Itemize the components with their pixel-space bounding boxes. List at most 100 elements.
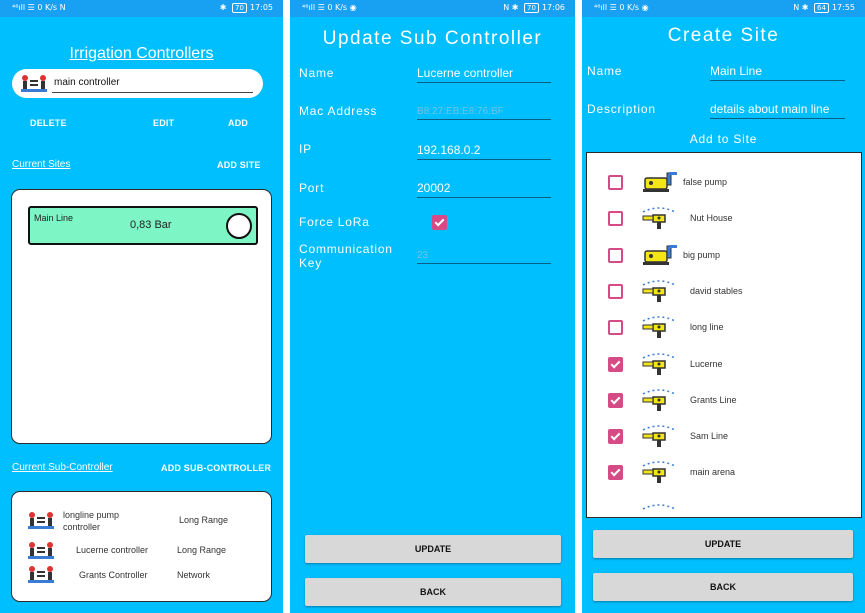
site-item-row[interactable]: Grants Line (587, 389, 861, 421)
sub-controller-type: Network (177, 570, 211, 580)
site-item-name: Nut House (690, 213, 733, 224)
site-item-checkbox[interactable] (608, 175, 623, 190)
sprinkler-icon (639, 314, 679, 345)
status-bar: ⁴⁶ıll ☰ 0 K/s N ✱ 70 17:05 (0, 0, 283, 17)
battery-time: N ✱ 70 17:06 (503, 3, 565, 13)
site-item-name: main arena (690, 467, 736, 478)
sprinkler-icon (639, 423, 679, 454)
controller-name: main controller (54, 77, 120, 88)
sprinkler-icon (639, 459, 679, 490)
sprinkler-icon (639, 497, 679, 510)
port-label: Port (299, 181, 325, 195)
site-item-name: big pump (683, 249, 721, 260)
sub-controller-name: Grants Controller (79, 570, 148, 580)
edit-button[interactable]: EDIT (153, 118, 174, 128)
site-item-name: false pump (683, 177, 728, 187)
sub-controller-row[interactable]: longline pump controller Long Range (12, 510, 271, 534)
site-name: Main Line (34, 213, 74, 223)
sprinkler-icon (639, 351, 679, 382)
page-title: Irrigation Controllers (69, 45, 214, 62)
name-label: Name (587, 64, 623, 78)
battery-icon: 70 (524, 3, 539, 13)
controller-selector[interactable]: main controller (12, 69, 263, 98)
name-field[interactable]: Lucerne controller (417, 66, 551, 83)
site-status-indicator[interactable] (226, 213, 252, 239)
add-button[interactable]: ADD (228, 118, 248, 128)
sub-controller-type: Long Range (179, 515, 229, 525)
site-item-checkbox[interactable] (608, 465, 623, 481)
add-to-site-label: Add to Site (689, 132, 758, 146)
irrigation-controllers-screen: ⁴⁶ıll ☰ 0 K/s N ✱ 70 17:05 Irrigation Con… (0, 0, 283, 613)
controller-icon (28, 566, 54, 583)
site-item-row[interactable]: david stables (587, 280, 861, 312)
site-pressure: 0,83 Bar (130, 219, 172, 231)
site-item-name: long line (690, 322, 724, 333)
update-sub-controller-screen: ⁴⁶ıll ☰ 0 K/s ◉ N ✱ 70 17:06 Update Sub C… (290, 0, 575, 613)
communication-key-field[interactable]: 23 (417, 250, 551, 264)
force-lora-checkbox[interactable] (432, 215, 447, 230)
ip-label: IP (299, 142, 312, 156)
clock: 17:05 (249, 3, 273, 12)
description-field[interactable]: details about main line (710, 102, 845, 119)
site-item-row[interactable]: Nut House (587, 207, 861, 239)
site-card-main-line[interactable]: Main Line 0,83 Bar (28, 206, 258, 245)
site-item-name: Sam Line (690, 431, 729, 442)
status-bar: ⁴⁶ıll ☰ 0 K/s ◉ N ✱ 64 17:55 (582, 0, 865, 17)
add-sub-controller-button[interactable]: ADD SUB-CONTROLLER (161, 463, 271, 473)
site-item-row[interactable]: long line (587, 316, 861, 348)
clock: 17:06 (541, 3, 565, 12)
clock: 17:55 (831, 3, 855, 12)
sub-controller-row[interactable]: Grants Controller Network (12, 565, 271, 587)
sprinkler-icon (639, 278, 679, 309)
update-button[interactable]: UPDATE (593, 530, 853, 558)
current-sites-link[interactable]: Current Sites (12, 159, 70, 170)
signal-status: ⁴⁶ıll ☰ 0 K/s ◉ (302, 3, 357, 12)
site-item-checkbox[interactable] (608, 211, 623, 227)
site-item-row[interactable]: Lucerne (587, 352, 861, 385)
mac-address-label: Mac Address (299, 104, 378, 118)
signal-status: ⁴⁶ıll ☰ 0 K/s ◉ (594, 3, 649, 12)
pump-icon (639, 169, 679, 200)
create-site-screen: ⁴⁶ıll ☰ 0 K/s ◉ N ✱ 64 17:55 Create Site … (582, 0, 865, 613)
battery-time: ✱ 70 17:05 (219, 3, 273, 13)
sub-controllers-panel: longline pump controller Long Range Luce… (11, 491, 272, 602)
controller-icon (21, 75, 47, 92)
site-item-checkbox[interactable] (608, 429, 623, 445)
status-bar: ⁴⁶ıll ☰ 0 K/s ◉ N ✱ 70 17:06 (290, 0, 575, 17)
site-item-name: Lucerne (690, 358, 723, 369)
communication-key-label: Communication Key (299, 242, 393, 270)
site-item-checkbox[interactable] (608, 283, 623, 299)
battery-time: N ✱ 64 17:55 (793, 3, 855, 13)
current-sub-controller-link[interactable]: Current Sub-Controller (12, 462, 113, 473)
site-item-checkbox[interactable] (608, 320, 623, 336)
site-item-checkbox[interactable] (608, 356, 623, 372)
add-site-button[interactable]: ADD SITE (217, 160, 261, 170)
pump-icon (639, 242, 679, 273)
sub-controller-type: Long Range (177, 545, 227, 555)
port-field[interactable]: 20002 (417, 181, 551, 198)
site-item-name: david stables (690, 285, 743, 296)
back-button[interactable]: BACK (593, 573, 853, 601)
site-items-list[interactable]: false pump Nut House big pump david stables… (586, 152, 862, 518)
force-lora-label: Force LoRa (299, 215, 370, 229)
update-button[interactable]: UPDATE (305, 535, 561, 563)
underline (52, 92, 253, 93)
signal-status: ⁴⁶ıll ☰ 0 K/s N (12, 3, 66, 12)
back-button[interactable]: BACK (305, 578, 561, 606)
sub-controller-name: Lucerne controller (76, 545, 149, 555)
page-title: Create Site (667, 25, 780, 46)
site-item-row[interactable]: Sam Line (587, 425, 861, 457)
site-item-checkbox[interactable] (608, 247, 623, 263)
battery-icon: 64 (814, 3, 829, 13)
site-item-row[interactable]: false pump (587, 172, 861, 203)
site-item-checkbox[interactable] (608, 392, 623, 408)
ip-field[interactable]: 192.168.0.2 (417, 143, 551, 160)
controller-icon (28, 512, 54, 529)
battery-icon: 70 (232, 3, 247, 13)
site-item-row[interactable]: main arena (587, 461, 861, 493)
sub-controller-row[interactable]: Lucerne controller Long Range (12, 541, 271, 563)
delete-button[interactable]: DELETE (30, 118, 67, 128)
site-name-field[interactable]: Main Line (710, 64, 845, 81)
name-label: Name (299, 66, 335, 80)
site-item-row[interactable]: big pump (587, 244, 861, 276)
